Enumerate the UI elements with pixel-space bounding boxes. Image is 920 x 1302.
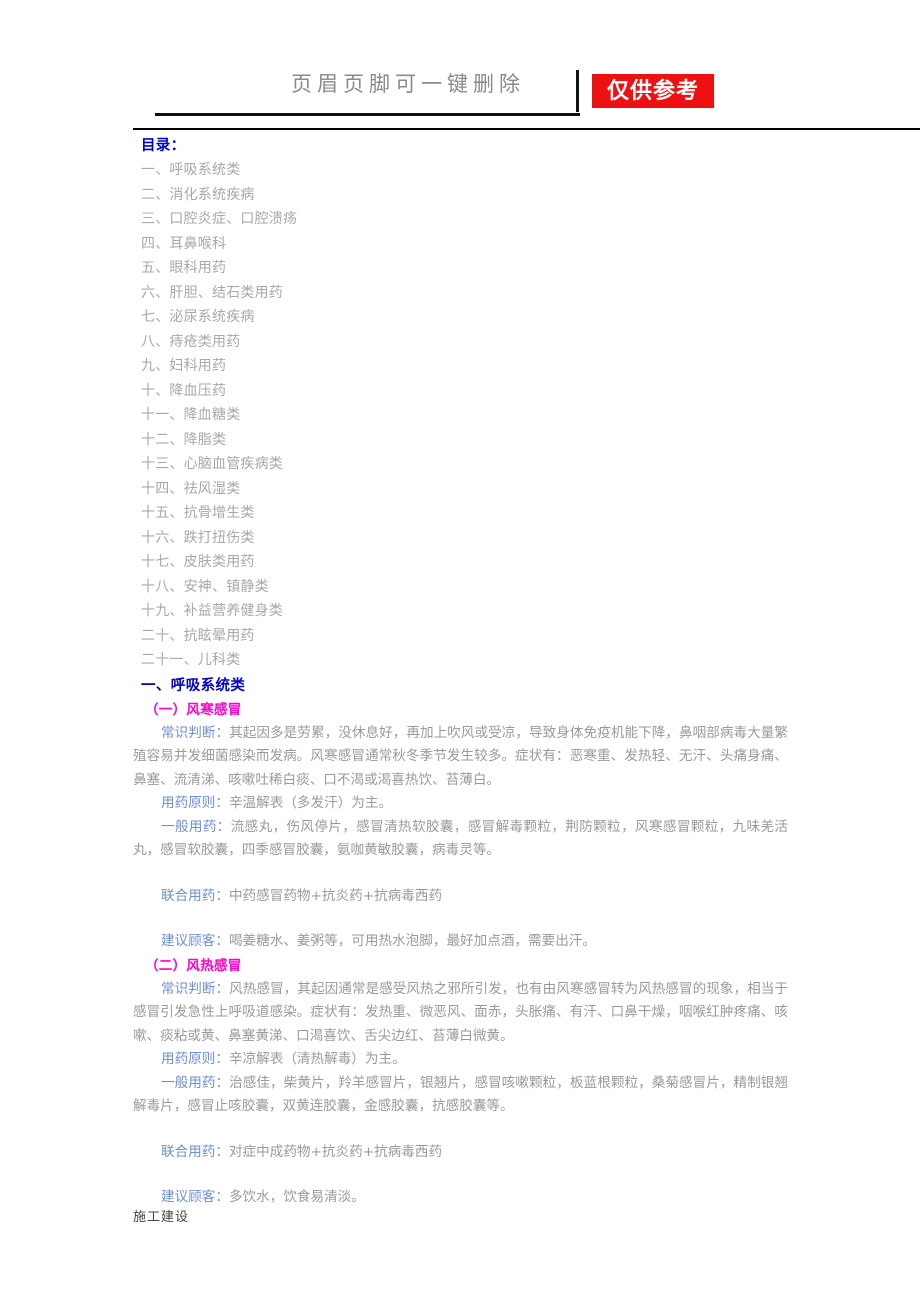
paragraph-label: 用药原则： bbox=[161, 795, 229, 811]
subsection-container: （一）风寒感冒 常识判断：其起因多是劳累，没休息好，再加上吹风或受凉，导致身体免疫… bbox=[133, 699, 788, 1210]
body-paragraph: 一般用药：治感佳，柴黄片，羚羊感冒片，银翘片，感冒咳嗽颗粒，板蓝根颗粒，桑菊感冒… bbox=[133, 1072, 788, 1119]
toc-item[interactable]: 二、消化系统疾病 bbox=[141, 183, 788, 208]
toc-item[interactable]: 三、口腔炎症、口腔溃疡 bbox=[141, 207, 788, 232]
header-rule-long bbox=[133, 128, 920, 130]
subsection-title: （二）风热感冒 bbox=[145, 957, 242, 974]
toc-item[interactable]: 十四、祛风湿类 bbox=[141, 477, 788, 502]
body-paragraph: 用药原则：辛凉解表（清热解毒）为主。 bbox=[133, 1048, 788, 1072]
body-paragraph: 常识判断：风热感冒，其起因通常是感受风热之邪所引发，也有由风寒感冒转为风热感冒的… bbox=[133, 978, 788, 1049]
reference-only-badge: 仅供参考 bbox=[592, 74, 714, 108]
body-paragraph: 建议顾客：喝姜糖水、姜粥等，可用热水泡脚，最好加点酒，需要出汗。 bbox=[133, 930, 788, 954]
paragraph-text: 其起因多是劳累，没休息好，再加上吹风或受凉，导致身体免疫机能下降，鼻咽部病毒大量… bbox=[133, 724, 788, 788]
body-paragraph: 联合用药：中药感冒药物+抗炎药+抗病毒西药 bbox=[133, 885, 788, 909]
paragraph-label: 一般用药： bbox=[161, 818, 231, 835]
paragraph-label: 建议顾客： bbox=[161, 933, 229, 949]
paragraph-text: 对症中成药物+抗炎药+抗病毒西药 bbox=[228, 1143, 443, 1160]
toc-item[interactable]: 六、肝胆、结石类用药 bbox=[141, 281, 788, 306]
page-footer: 施工建设 bbox=[133, 1210, 190, 1225]
body-paragraph: 建议顾客：多饮水，饮食易清淡。 bbox=[133, 1186, 788, 1210]
document-page: 页眉页脚可一键删除 仅供参考 目录： 一、呼吸系统类 二、消化系统疾病 三、口腔炎症… bbox=[0, 0, 920, 1302]
paragraph-label: 建议顾客： bbox=[161, 1189, 229, 1205]
paragraph-text: 中药感冒药物+抗炎药+抗病毒西药 bbox=[228, 887, 443, 904]
paragraph-text: 风热感冒，其起因通常是感受风热之邪所引发，也有由风寒感冒转为风热感冒的现象，相当… bbox=[133, 980, 788, 1044]
paragraph-text: 辛温解表（多发汗）为主。 bbox=[228, 795, 393, 811]
header-divider-bar bbox=[576, 70, 579, 112]
toc-item[interactable]: 十九、补益营养健身类 bbox=[141, 599, 788, 624]
paragraph-text: 治感佳，柴黄片，羚羊感冒片，银翘片，感冒咳嗽颗粒，板蓝根颗粒，桑菊感冒片，精制银… bbox=[133, 1074, 788, 1115]
paragraph-text: 流感丸，伤风停片，感冒清热软胶囊，感冒解毒颗粒，荆防颗粒，风寒感冒颗粒，九味羌活… bbox=[133, 818, 789, 859]
toc-item[interactable]: 十八、安神、镇静类 bbox=[141, 575, 788, 600]
toc-item[interactable]: 十一、降血糖类 bbox=[141, 403, 788, 428]
toc-item[interactable]: 八、痔疮类用药 bbox=[141, 330, 788, 355]
toc-title: 目录： bbox=[141, 138, 186, 154]
header-rule-short bbox=[155, 113, 580, 116]
page-header: 页眉页脚可一键删除 仅供参考 bbox=[0, 62, 920, 124]
body-paragraph: 一般用药：流感丸，伤风停片，感冒清热软胶囊，感冒解毒颗粒，荆防颗粒，风寒感冒颗粒… bbox=[133, 816, 788, 863]
toc-list: 一、呼吸系统类 二、消化系统疾病 三、口腔炎症、口腔溃疡 四、耳鼻喉科 五、眼科用药 六、… bbox=[133, 158, 788, 673]
paragraph-label: 一般用药： bbox=[161, 1074, 230, 1091]
header-inner: 页眉页脚可一键删除 仅供参考 bbox=[130, 62, 790, 124]
paragraph-label: 常识判断： bbox=[161, 980, 230, 997]
toc-item[interactable]: 十二、降脂类 bbox=[141, 428, 788, 453]
toc-item[interactable]: 一、呼吸系统类 bbox=[141, 158, 788, 183]
body-paragraph: 联合用药：对症中成药物+抗炎药+抗病毒西药 bbox=[133, 1141, 788, 1165]
toc-item[interactable]: 二十一、儿科类 bbox=[141, 648, 788, 673]
header-watermark-text: 页眉页脚可一键删除 bbox=[291, 72, 525, 96]
toc-item[interactable]: 十、降血压药 bbox=[141, 379, 788, 404]
body-paragraph: 用药原则：辛温解表（多发汗）为主。 bbox=[133, 792, 788, 816]
toc-item[interactable]: 七、泌尿系统疾病 bbox=[141, 305, 788, 330]
toc-item[interactable]: 二十、抗眩晕用药 bbox=[141, 624, 788, 649]
section-title: 一、呼吸系统类 bbox=[141, 677, 246, 694]
toc-item[interactable]: 十六、跌打扭伤类 bbox=[141, 526, 788, 551]
toc-item[interactable]: 十七、皮肤类用药 bbox=[141, 550, 788, 575]
toc-item[interactable]: 十五、抗骨增生类 bbox=[141, 501, 788, 526]
paragraph-text: 喝姜糖水、姜粥等，可用热水泡脚，最好加点酒，需要出汗。 bbox=[228, 933, 596, 949]
toc-item[interactable]: 五、眼科用药 bbox=[141, 256, 788, 281]
paragraph-text: 多饮水，饮食易清淡。 bbox=[228, 1189, 365, 1205]
body-paragraph: 常识判断：其起因多是劳累，没休息好，再加上吹风或受凉，导致身体免疫机能下降，鼻咽… bbox=[133, 722, 788, 793]
document-content: 目录： 一、呼吸系统类 二、消化系统疾病 三、口腔炎症、口腔溃疡 四、耳鼻喉科 五、眼科… bbox=[133, 136, 788, 1210]
paragraph-label: 常识判断： bbox=[161, 724, 230, 741]
toc-item[interactable]: 十三、心脑血管疾病类 bbox=[141, 452, 788, 477]
paragraph-label: 用药原则： bbox=[161, 1051, 229, 1067]
subsection-title: （一）风寒感冒 bbox=[145, 701, 242, 718]
toc-item[interactable]: 九、妇科用药 bbox=[141, 354, 788, 379]
paragraph-text: 辛凉解表（清热解毒）为主。 bbox=[228, 1051, 406, 1067]
toc-item[interactable]: 四、耳鼻喉科 bbox=[141, 232, 788, 257]
paragraph-label: 联合用药： bbox=[161, 887, 229, 904]
paragraph-label: 联合用药： bbox=[161, 1143, 229, 1160]
